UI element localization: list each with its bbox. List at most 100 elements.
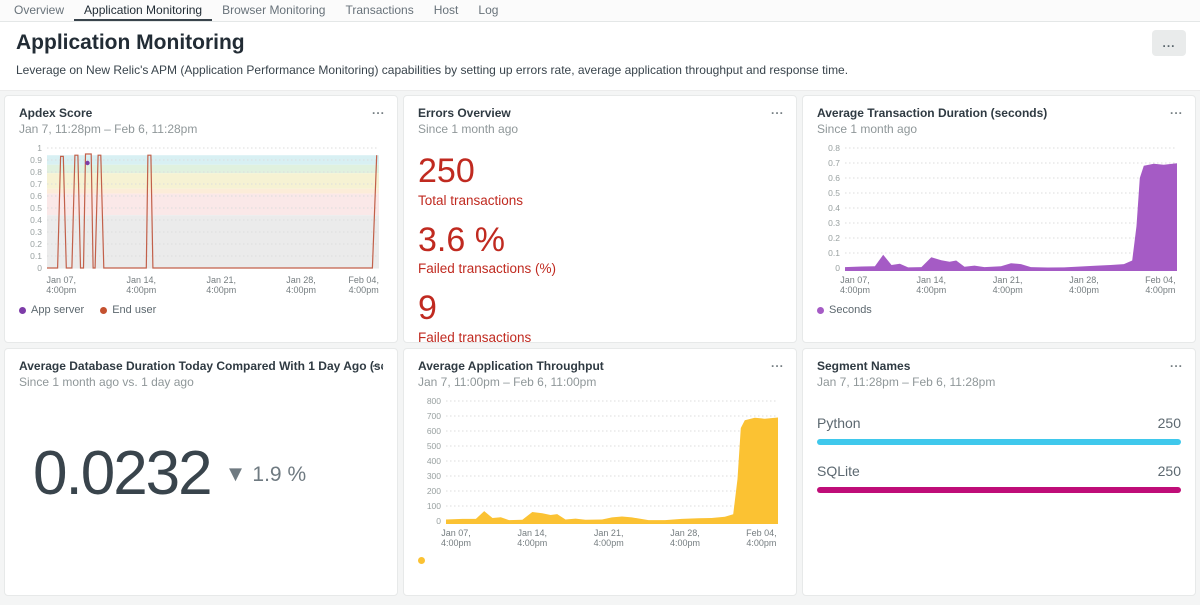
svg-text:500: 500 xyxy=(427,441,441,451)
svg-text:0.2: 0.2 xyxy=(30,239,42,249)
card-title: Segment Names xyxy=(817,359,1181,373)
segment-name: SQLite xyxy=(817,463,860,479)
duration-card-menu-button[interactable]: ... xyxy=(1170,104,1183,116)
card-subtitle: Since 1 month ago xyxy=(418,122,782,136)
card-errors-overview: ... Errors Overview Since 1 month ago 25… xyxy=(403,95,797,343)
svg-text:Jan 07,: Jan 07, xyxy=(441,528,471,538)
svg-text:0.5: 0.5 xyxy=(828,188,840,198)
svg-text:Jan 14,: Jan 14, xyxy=(518,528,548,538)
svg-text:Feb 04,: Feb 04, xyxy=(348,275,379,285)
transaction-duration-chart[interactable]: 0.80.70.60.50.40.30.20.10Jan 07,4:00pmJa… xyxy=(817,142,1183,300)
database-duration-value: 0.0232 xyxy=(33,443,211,505)
svg-text:4:00pm: 4:00pm xyxy=(349,285,379,295)
legend-item-end-user: End user xyxy=(100,304,156,316)
stat-failed-transactions-pct: 3.6 % Failed transactions (%) xyxy=(418,223,782,277)
application-throughput-chart[interactable]: 8007006005004003002001000Jan 07,4:00pmJa… xyxy=(418,395,784,553)
card-subtitle: Jan 7, 11:28pm – Feb 6, 11:28pm xyxy=(19,122,383,136)
triangle-down-icon: ▼ xyxy=(225,463,247,485)
legend-item-seconds: Seconds xyxy=(817,304,872,316)
app-server-legend-dot-icon xyxy=(19,307,26,314)
segment-bar xyxy=(817,439,1181,445)
svg-text:Feb 04,: Feb 04, xyxy=(746,528,777,538)
database-duration-value-row: 0.0232 ▼ 1.9 % xyxy=(19,443,383,505)
card-title: Average Database Duration Today Compared… xyxy=(19,359,383,373)
legend-label: End user xyxy=(112,304,156,316)
tab-host[interactable]: Host xyxy=(424,0,469,21)
svg-text:600: 600 xyxy=(427,426,441,436)
svg-text:700: 700 xyxy=(427,411,441,421)
card-apdex-score: ... Apdex Score Jan 7, 11:28pm – Feb 6, … xyxy=(4,95,398,343)
apdex-chart[interactable]: 10.90.80.70.60.50.40.30.20.10Jan 07,4:00… xyxy=(19,142,385,300)
svg-text:0.7: 0.7 xyxy=(30,179,42,189)
svg-text:Jan 14,: Jan 14, xyxy=(127,275,157,285)
svg-text:0.5: 0.5 xyxy=(30,203,42,213)
page-header: Application Monitoring Leverage on New R… xyxy=(0,22,1200,91)
segment-value: 250 xyxy=(1158,415,1181,431)
svg-text:0.1: 0.1 xyxy=(30,251,42,261)
svg-text:400: 400 xyxy=(427,456,441,466)
svg-text:0.7: 0.7 xyxy=(828,158,840,168)
svg-text:1: 1 xyxy=(37,143,42,153)
dashboard-grid: ... Apdex Score Jan 7, 11:28pm – Feb 6, … xyxy=(0,91,1200,600)
svg-text:4:00pm: 4:00pm xyxy=(1145,285,1175,295)
card-subtitle: Jan 7, 11:28pm – Feb 6, 11:28pm xyxy=(817,375,1181,389)
svg-text:4:00pm: 4:00pm xyxy=(916,285,946,295)
legend-item-throughput xyxy=(418,557,430,564)
segment-row-sqlite: SQLite 250 xyxy=(817,463,1181,493)
throughput-card-menu-button[interactable]: ... xyxy=(771,357,784,369)
svg-text:800: 800 xyxy=(427,396,441,406)
svg-text:0.3: 0.3 xyxy=(30,227,42,237)
page-menu-button[interactable]: ... xyxy=(1152,30,1186,56)
errors-card-menu-button[interactable]: ... xyxy=(771,104,784,116)
stat-label: Failed transactions xyxy=(418,330,782,343)
svg-text:Jan 28,: Jan 28, xyxy=(670,528,700,538)
stat-value: 9 xyxy=(418,291,782,327)
svg-text:100: 100 xyxy=(427,501,441,511)
end-user-legend-dot-icon xyxy=(100,307,107,314)
segment-list: Python 250 SQLite 250 xyxy=(817,415,1181,493)
tab-overview[interactable]: Overview xyxy=(4,0,74,21)
svg-text:0.3: 0.3 xyxy=(828,218,840,228)
svg-text:4:00pm: 4:00pm xyxy=(441,538,471,548)
segment-bar xyxy=(817,487,1181,493)
svg-text:4:00pm: 4:00pm xyxy=(993,285,1023,295)
card-title: Apdex Score xyxy=(19,106,383,120)
tab-application-monitoring[interactable]: Application Monitoring xyxy=(74,0,212,21)
svg-text:4:00pm: 4:00pm xyxy=(286,285,316,295)
svg-text:4:00pm: 4:00pm xyxy=(206,285,236,295)
tab-bar: Overview Application Monitoring Browser … xyxy=(0,0,1200,22)
card-title: Average Transaction Duration (seconds) xyxy=(817,106,1181,120)
database-card-menu-button[interactable]: ... xyxy=(372,357,385,369)
card-subtitle: Jan 7, 11:00pm – Feb 6, 11:00pm xyxy=(418,375,782,389)
svg-text:0.8: 0.8 xyxy=(828,143,840,153)
svg-text:Jan 07,: Jan 07, xyxy=(47,275,77,285)
segment-row-python: Python 250 xyxy=(817,415,1181,445)
tab-transactions[interactable]: Transactions xyxy=(335,0,423,21)
card-avg-application-throughput: ... Average Application Throughput Jan 7… xyxy=(403,348,797,596)
duration-legend: Seconds xyxy=(817,304,1181,316)
stat-label: Failed transactions (%) xyxy=(418,261,782,276)
svg-text:0.2: 0.2 xyxy=(828,233,840,243)
svg-text:0.1: 0.1 xyxy=(828,248,840,258)
svg-text:4:00pm: 4:00pm xyxy=(840,285,870,295)
legend-label: Seconds xyxy=(829,304,872,316)
stat-label: Total transactions xyxy=(418,193,782,208)
tab-log[interactable]: Log xyxy=(468,0,508,21)
svg-text:0.4: 0.4 xyxy=(828,203,840,213)
stat-value: 250 xyxy=(418,154,782,190)
card-avg-database-duration: ... Average Database Duration Today Comp… xyxy=(4,348,398,596)
svg-text:Jan 07,: Jan 07, xyxy=(840,275,870,285)
errors-stats: 250 Total transactions 3.6 % Failed tran… xyxy=(418,154,782,343)
svg-text:Jan 21,: Jan 21, xyxy=(207,275,237,285)
page-title: Application Monitoring xyxy=(16,31,1184,55)
svg-text:Jan 14,: Jan 14, xyxy=(917,275,947,285)
throughput-legend-dot-icon xyxy=(418,557,425,564)
svg-text:0.9: 0.9 xyxy=(30,155,42,165)
card-subtitle: Since 1 month ago vs. 1 day ago xyxy=(19,375,383,389)
tab-browser-monitoring[interactable]: Browser Monitoring xyxy=(212,0,335,21)
segment-value: 250 xyxy=(1158,463,1181,479)
svg-text:0.6: 0.6 xyxy=(828,173,840,183)
segments-card-menu-button[interactable]: ... xyxy=(1170,357,1183,369)
svg-text:4:00pm: 4:00pm xyxy=(517,538,547,548)
apdex-card-menu-button[interactable]: ... xyxy=(372,104,385,116)
